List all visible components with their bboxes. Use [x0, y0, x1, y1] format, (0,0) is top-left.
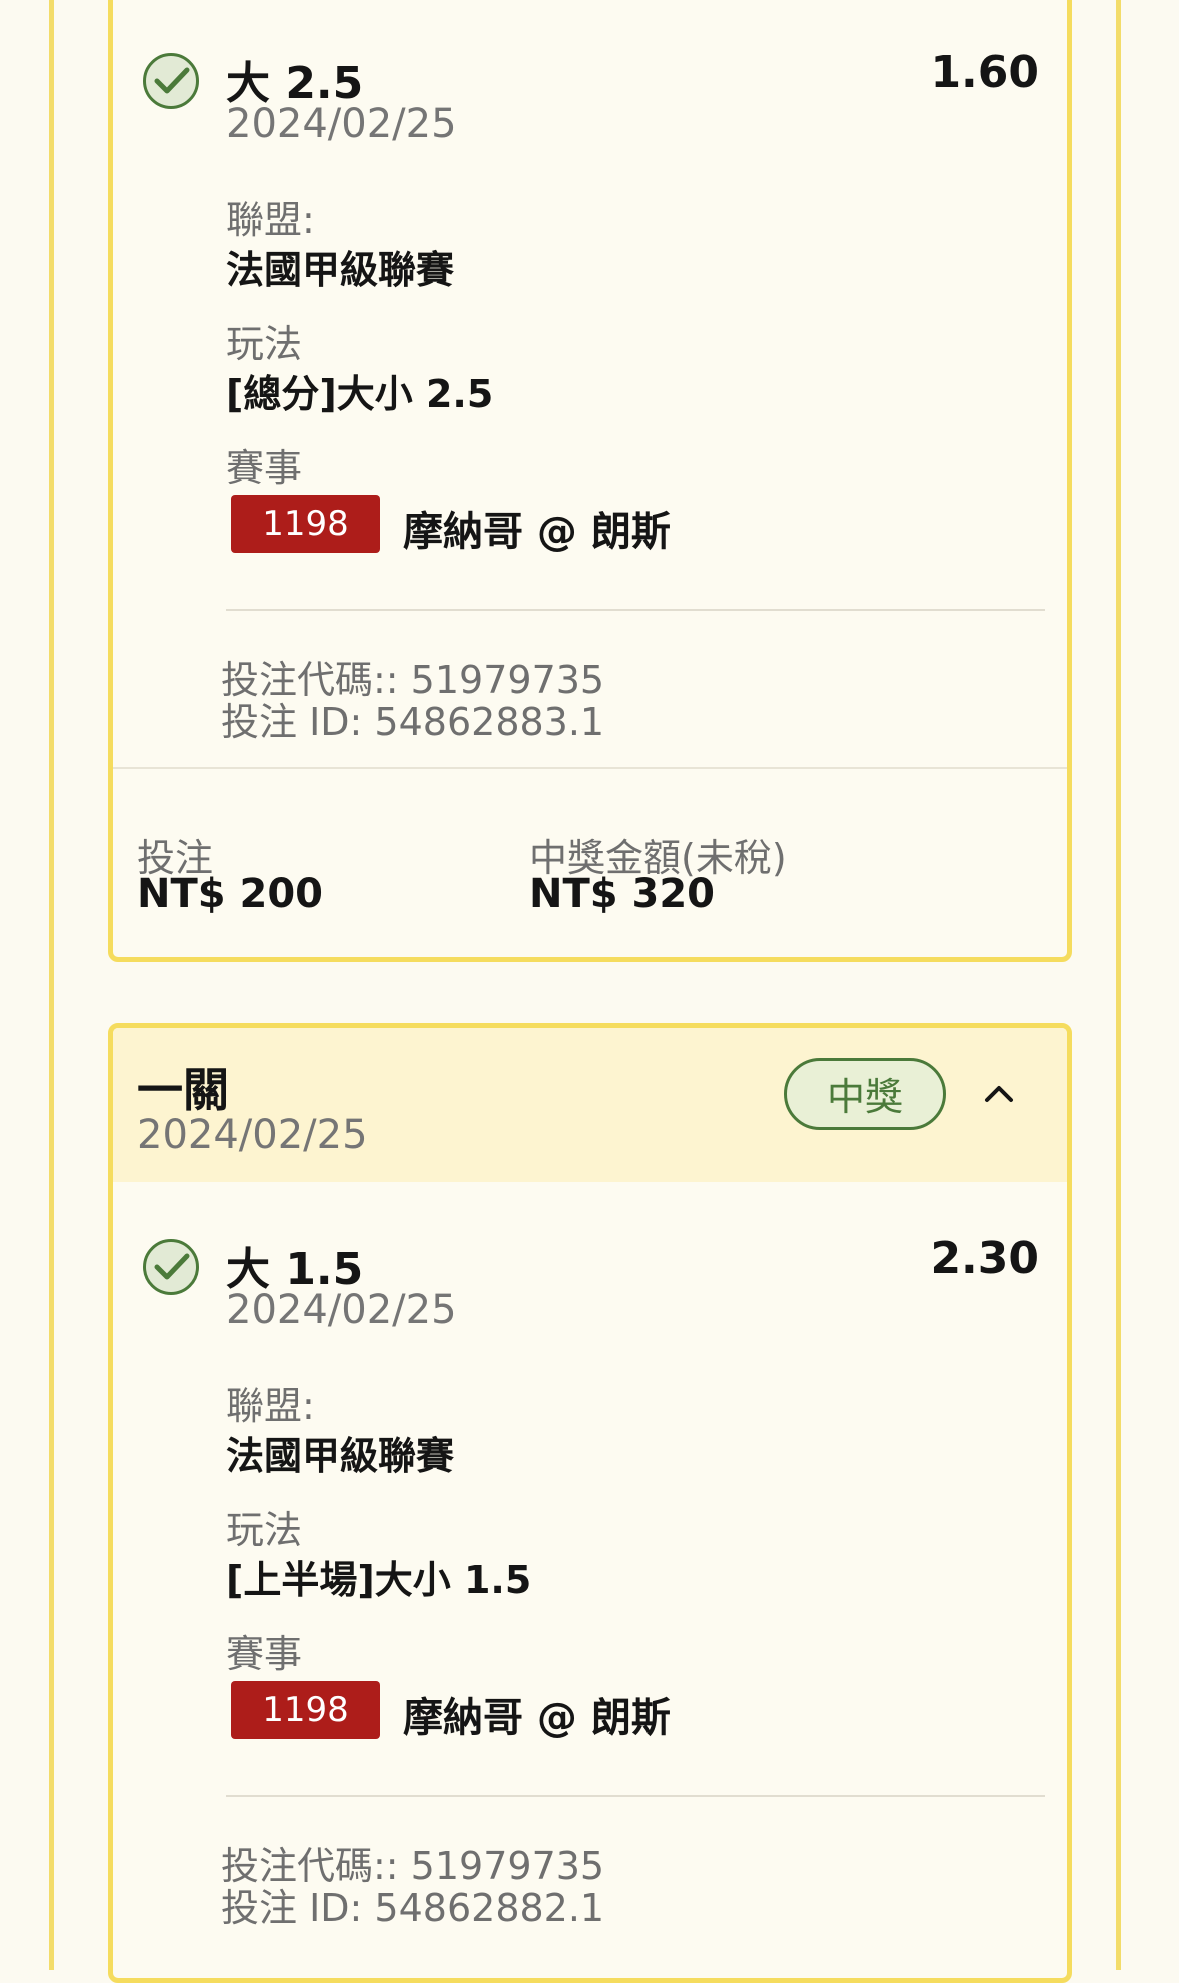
bet-card-2: 一關 2024/02/25 中獎 大 1.5 2.30 2024/02/25 聯… [108, 1023, 1072, 1983]
selection-date: 2024/02/25 [226, 1287, 457, 1333]
play-label: 玩法 [226, 322, 303, 366]
match-number-badge: 1198 [231, 495, 380, 553]
chevron-up-icon[interactable] [983, 1078, 1015, 1110]
check-circle-icon [143, 53, 199, 109]
league-value: 法國甲級聯賽 [226, 1434, 455, 1478]
match-label: 賽事 [226, 446, 303, 490]
bet-id: 投注 ID: 54862883.1 [221, 700, 605, 744]
bet-date: 2024/02/25 [137, 1112, 368, 1158]
league-label: 聯盟: [226, 1384, 315, 1428]
divider [226, 1795, 1045, 1797]
match-label: 賽事 [226, 1632, 303, 1676]
match-teams: 摩納哥 @ 朗斯 [403, 509, 671, 555]
league-value: 法國甲級聯賽 [226, 248, 455, 292]
payout-value: NT$ 320 [529, 871, 716, 917]
bet-card-header[interactable]: 一關 2024/02/25 中獎 [113, 1028, 1067, 1182]
check-circle-icon [143, 1239, 199, 1295]
divider [226, 609, 1045, 611]
play-value: [總分]大小 2.5 [226, 372, 494, 416]
bet-id: 投注 ID: 54862882.1 [221, 1886, 605, 1930]
bet-type-title: 一關 [137, 1063, 229, 1117]
bet-card-1: 大 2.5 1.60 2024/02/25 聯盟: 法國甲級聯賽 玩法 [總分]… [108, 0, 1072, 962]
play-label: 玩法 [226, 1508, 303, 1552]
league-label: 聯盟: [226, 198, 315, 242]
selection-odds: 1.60 [930, 47, 1039, 98]
stake-value: NT$ 200 [137, 871, 324, 917]
win-status-badge: 中獎 [784, 1058, 946, 1130]
match-number-badge: 1198 [231, 1681, 380, 1739]
selection-odds: 2.30 [930, 1233, 1039, 1284]
match-teams: 摩納哥 @ 朗斯 [403, 1695, 671, 1741]
selection-date: 2024/02/25 [226, 101, 457, 147]
bet-summary-footer: 投注 NT$ 200 中獎金額(未稅) NT$ 320 [113, 767, 1067, 957]
play-value: [上半場]大小 1.5 [226, 1558, 532, 1602]
